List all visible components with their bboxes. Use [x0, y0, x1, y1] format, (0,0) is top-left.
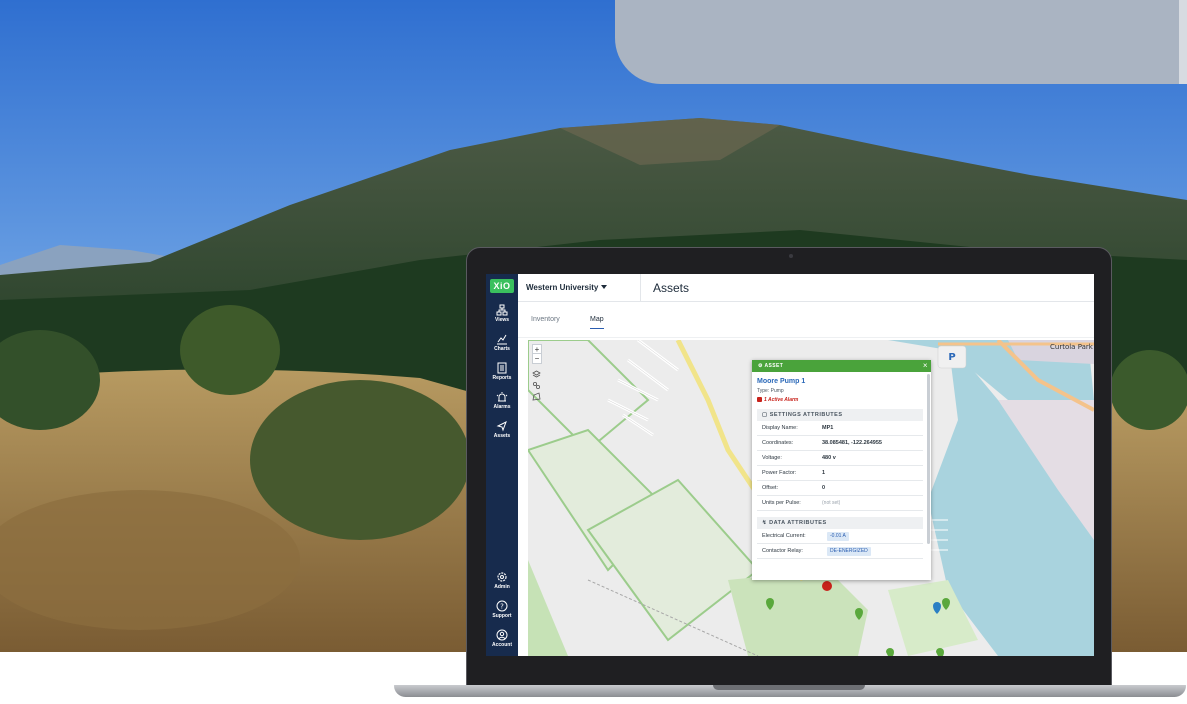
attr-value-badge: DE-ENERGIZED [827, 547, 871, 556]
alarm-icon [757, 397, 762, 402]
park-label: Curtola Park [1050, 343, 1094, 351]
sidebar: XiO Views Charts Reports Alarms Assets A… [486, 274, 518, 656]
attr-row: Electrical Current: -0.01 A [757, 529, 923, 544]
sidebar-item-label: Reports [492, 375, 512, 381]
charts-icon [497, 334, 507, 345]
app-screen: XiO Views Charts Reports Alarms Assets A… [486, 274, 1094, 656]
attr-label: Contactor Relay: [762, 548, 803, 554]
attr-row: Power Factor: 1 [757, 466, 923, 481]
reports-icon [497, 362, 507, 374]
org-selector[interactable]: Western University [526, 283, 608, 292]
data-title-label: DATA ATTRIBUTES [769, 520, 827, 526]
header-divider [640, 274, 641, 302]
sidebar-item-alarms[interactable]: Alarms [486, 391, 518, 410]
sidebar-item-label: Account [492, 642, 512, 648]
attr-value: MP1 [822, 425, 834, 431]
zoom-out-button[interactable]: − [533, 354, 541, 363]
sidebar-item-assets[interactable]: Assets [486, 420, 518, 439]
alarms-icon [496, 392, 508, 402]
active-alarm-label: 1 Active Alarm [764, 397, 799, 403]
xio-logo[interactable]: XiO [490, 279, 514, 293]
product-hero: XiO Views Charts Reports Alarms Assets A… [0, 0, 1187, 704]
assets-icon [496, 420, 507, 432]
close-icon[interactable]: × [923, 360, 928, 372]
user-icon [496, 629, 508, 641]
attr-row: Display Name: MP1 [757, 421, 923, 436]
attr-value: 0 [822, 485, 826, 491]
data-section-title: ↯ DATA ATTRIBUTES [757, 517, 923, 529]
sidebar-item-charts[interactable]: Charts [486, 333, 518, 352]
attr-label: Electrical Current: [762, 533, 806, 539]
popup-header-label: ASSET [764, 363, 784, 369]
asset-map[interactable]: P Curtola Park + − ⚙ ASSET × Moore Pump … [528, 340, 1094, 656]
attr-label: Display Name: [762, 425, 798, 431]
sidebar-item-reports[interactable]: Reports [486, 362, 518, 381]
attr-row: Voltage: 480 v [757, 451, 923, 466]
alarm-marker[interactable] [822, 581, 832, 591]
active-alarm-link[interactable]: 1 Active Alarm [757, 397, 923, 403]
attr-value: 1 [822, 470, 826, 476]
attr-value: (not set) [822, 500, 841, 506]
laptop-notch [713, 685, 865, 690]
attr-label: Power Factor: [762, 470, 797, 476]
sidebar-item-views[interactable]: Views [486, 304, 518, 323]
parking-label: P [948, 352, 955, 363]
shape-icon[interactable] [532, 392, 541, 401]
svg-text:?: ? [500, 603, 504, 611]
settings-title-label: SETTINGS ATTRIBUTES [769, 412, 843, 418]
sidebar-item-label: Admin [494, 584, 510, 590]
org-name: Western University [526, 283, 599, 292]
zoom-control: + − [532, 344, 542, 364]
chevron-down-icon [601, 285, 608, 289]
decorative-card [615, 0, 1187, 84]
sidebar-item-label: Assets [493, 433, 511, 439]
sidebar-item-account[interactable]: Account [486, 629, 518, 648]
sidebar-item-label: Charts [494, 346, 510, 352]
attr-row: Contactor Relay: DE-ENERGIZED [757, 544, 923, 559]
attr-label: Offset: [762, 485, 779, 491]
settings-icon: ▢ [762, 412, 770, 418]
gear-icon [497, 572, 507, 582]
attr-label: Units per Pulse: [762, 500, 801, 506]
popup-header: ⚙ ASSET × [752, 360, 931, 372]
asset-type: Type: Pump [757, 388, 784, 394]
attr-label: Voltage: [762, 455, 782, 461]
popup-scrollbar[interactable] [927, 374, 930, 544]
layers-icon[interactable] [532, 370, 541, 379]
attr-value-badge: -0.01 A [827, 532, 849, 541]
zoom-in-button[interactable]: + [533, 345, 541, 354]
sidebar-item-label: Alarms [493, 404, 511, 410]
cluster-icon[interactable] [532, 381, 541, 390]
attr-row: Offset: 0 [757, 481, 923, 496]
sidebar-item-label: Views [494, 317, 510, 323]
attr-value: 480 v [822, 455, 836, 461]
app-header: Western University Assets [518, 274, 1094, 302]
asset-popup: ⚙ ASSET × Moore Pump 1 Type: Pump 1 Acti… [752, 360, 931, 580]
camera-icon [789, 254, 793, 258]
page-title: Assets [653, 281, 690, 295]
views-icon [496, 304, 508, 316]
tab-map[interactable]: Map [590, 316, 604, 329]
attr-value: 38.085481, -122.264955 [822, 440, 882, 446]
sidebar-item-admin[interactable]: Admin [486, 571, 518, 590]
sidebar-item-support[interactable]: ? Support [486, 600, 518, 619]
asset-name-link[interactable]: Moore Pump 1 [757, 378, 923, 385]
help-icon: ? [496, 600, 508, 612]
tab-bar: Inventory Map [518, 302, 1094, 338]
attr-row: Coordinates: 38.085481, -122.264955 [757, 436, 923, 451]
attr-label: Coordinates: [762, 440, 794, 446]
tab-inventory[interactable]: Inventory [531, 316, 560, 328]
map-tools [532, 370, 542, 403]
sidebar-item-label: Support [492, 613, 512, 619]
attr-row: Units per Pulse: (not set) [757, 496, 923, 511]
settings-section-title: ▢ SETTINGS ATTRIBUTES [757, 409, 923, 421]
